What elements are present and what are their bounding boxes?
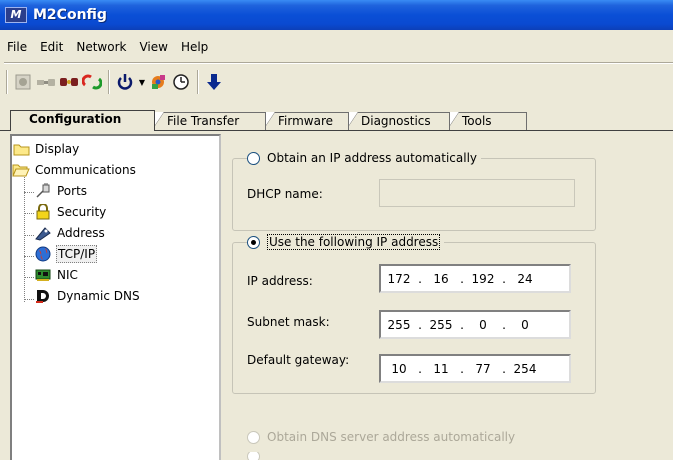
window-title: M2Config	[33, 7, 107, 23]
tree-item-communications[interactable]: Communications	[12, 161, 137, 179]
ip-auto-option[interactable]: Obtain an IP address automatically	[247, 149, 482, 167]
gateway-octet-1[interactable]: 10	[381, 362, 417, 376]
tree-item-label: Address	[57, 226, 105, 240]
default-gateway-label: Default gateway:	[247, 353, 350, 367]
menu-edit[interactable]: Edit	[33, 38, 69, 56]
tab-configuration[interactable]: Configuration	[10, 110, 155, 131]
tree-connector	[24, 192, 34, 193]
tab-file-transfer[interactable]: File Transfer	[152, 112, 266, 130]
ip-octet-4[interactable]: 24	[507, 272, 543, 286]
menu-file[interactable]: File	[0, 38, 33, 56]
app-logo-icon: M	[5, 7, 27, 23]
tree-item-label: Display	[35, 142, 80, 156]
gateway-octet-2[interactable]: 11	[423, 362, 459, 376]
clock-icon[interactable]	[170, 71, 192, 93]
ip-address-label: IP address:	[247, 274, 313, 288]
address-tag-icon	[34, 225, 52, 241]
disconnect-icon[interactable]	[58, 71, 80, 93]
download-icon[interactable]	[203, 71, 225, 93]
subnet-octet-4[interactable]: 0	[507, 318, 543, 332]
tree-item-tcpip[interactable]: TCP/IP	[34, 245, 98, 263]
subnet-octet-2[interactable]: 255	[423, 318, 459, 332]
toolbar-separator	[197, 70, 199, 94]
tree-connector	[24, 299, 34, 300]
ip-octet-2[interactable]: 16	[423, 272, 459, 286]
tcpip-settings-panel: Obtain an IP address automatically DHCP …	[229, 134, 673, 460]
gateway-octet-3[interactable]: 77	[465, 362, 501, 376]
ip-manual-option[interactable]: Use the following IP address	[247, 233, 445, 251]
tree-item-label: Dynamic DNS	[57, 289, 140, 303]
tab-strip: Tools Diagnostics Firmware File Transfer…	[0, 110, 673, 131]
network-card-icon	[34, 267, 52, 283]
gateway-octet-4[interactable]: 254	[507, 362, 543, 376]
lock-icon	[34, 204, 52, 220]
tree-item-label: NIC	[57, 268, 78, 282]
tree-item-dynamic-dns[interactable]: Dynamic DNS	[34, 287, 141, 305]
record-icon[interactable]	[12, 71, 34, 93]
ip-auto-radio[interactable]	[247, 151, 260, 165]
globe-icon	[34, 246, 52, 262]
ip-address-field[interactable]: 172. 16. 192. 24	[379, 264, 571, 293]
tree-item-label: Communications	[35, 163, 136, 177]
chevron-down-icon[interactable]: ▼	[137, 78, 147, 87]
connect-icon[interactable]	[35, 71, 57, 93]
tree-connector	[24, 277, 34, 278]
tab-tools[interactable]: Tools	[447, 112, 527, 130]
title-bar[interactable]: M M2Config	[0, 0, 673, 30]
config-tree: Display Communications Ports Security Ad…	[10, 134, 221, 460]
default-gateway-field[interactable]: 10. 11. 77. 254	[379, 354, 571, 383]
ip-auto-label: Obtain an IP address automatically	[267, 151, 478, 165]
dyndns-logo-icon	[34, 288, 52, 304]
open-folder-icon	[12, 162, 30, 178]
refresh-icon[interactable]	[81, 71, 103, 93]
dhcp-name-label: DHCP name:	[247, 187, 323, 201]
power-icon[interactable]	[114, 71, 136, 93]
tree-item-nic[interactable]: NIC	[34, 266, 79, 284]
dns-auto-option[interactable]: Obtain DNS server address automatically	[247, 428, 520, 446]
tree-item-security[interactable]: Security	[34, 203, 107, 221]
tree-connector	[24, 235, 34, 236]
tree-item-display[interactable]: Display	[12, 140, 80, 158]
toolbar-separator	[108, 70, 110, 94]
dns-auto-radio[interactable]	[247, 430, 260, 444]
subnet-mask-label: Subnet mask:	[247, 315, 330, 329]
ip-octet-1[interactable]: 172	[381, 272, 417, 286]
tab-firmware[interactable]: Firmware	[263, 112, 349, 130]
ip-octet-3[interactable]: 192	[465, 272, 501, 286]
menu-view[interactable]: View	[132, 38, 173, 56]
plug-icon	[34, 183, 52, 199]
dns-auto-label: Obtain DNS server address automatically	[267, 430, 516, 444]
subnet-mask-field[interactable]: 255. 255. 0. 0	[379, 310, 571, 339]
tree-item-address[interactable]: Address	[34, 224, 106, 242]
toolbar-grip	[6, 70, 8, 94]
tree-item-label: Ports	[57, 184, 88, 198]
dns-manual-radio[interactable]	[247, 452, 260, 460]
menu-help[interactable]: Help	[174, 38, 214, 56]
menu-separator	[4, 62, 673, 64]
tree-connector	[24, 256, 34, 257]
dhcp-name-input[interactable]	[379, 179, 575, 207]
folder-icon	[12, 141, 30, 157]
settings-icon[interactable]	[147, 71, 169, 93]
tree-connector	[24, 213, 34, 214]
subnet-octet-1[interactable]: 255	[381, 318, 417, 332]
dns-manual-option[interactable]	[247, 452, 271, 460]
tree-item-label: TCP/IP	[56, 245, 98, 263]
tree-item-label: Security	[57, 205, 107, 219]
menu-bar: File Edit Network View Help	[0, 38, 214, 56]
ip-manual-label: Use the following IP address	[267, 234, 441, 250]
tree-item-ports[interactable]: Ports	[34, 182, 88, 200]
menu-network[interactable]: Network	[69, 38, 132, 56]
ip-manual-radio[interactable]	[247, 235, 260, 249]
tab-diagnostics[interactable]: Diagnostics	[346, 112, 450, 130]
subnet-octet-3[interactable]: 0	[465, 318, 501, 332]
app-window: M M2Config File Edit Network View Help ▼	[0, 0, 673, 460]
toolbar: ▼	[6, 68, 226, 96]
